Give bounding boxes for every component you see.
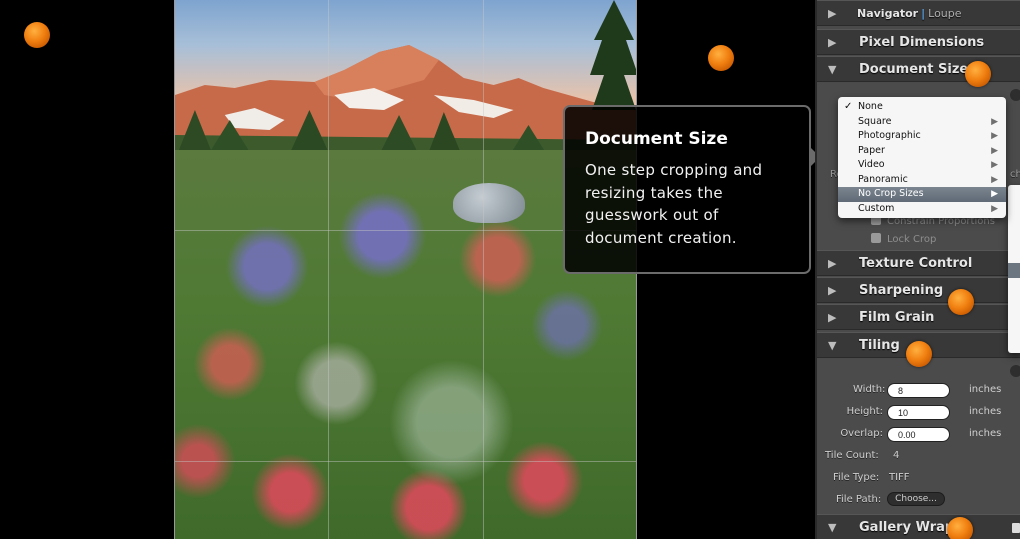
menu-item-panoramic[interactable]: Panoramic ▶ (838, 173, 1006, 188)
obscured-unit-label: ch (1010, 169, 1020, 180)
section-label: Pixel Dimensions (859, 35, 985, 50)
submenu-arrow-icon: ▶ (991, 189, 998, 199)
submenu-highlighted-item[interactable] (1008, 263, 1020, 278)
height-label: Height: (846, 406, 883, 417)
lock-crop-checkbox[interactable]: Lock Crop (871, 233, 936, 245)
menu-item-photographic[interactable]: Photographic ▶ (838, 129, 1006, 144)
disclosure-collapsed-icon[interactable]: ▶ (828, 311, 836, 324)
tile-count-value: 4 (893, 450, 900, 461)
width-unit: inches (969, 384, 1002, 395)
orange-hotspot-dot[interactable] (947, 517, 973, 539)
file-type-value: TIFF (889, 472, 910, 483)
orange-hotspot-dot[interactable] (24, 22, 50, 48)
disclosure-expanded-icon[interactable]: ▼ (828, 521, 836, 534)
orange-hotspot-dot[interactable] (965, 61, 991, 87)
tile-height-input[interactable] (887, 405, 950, 420)
navigator-label: Navigator | Loupe (857, 7, 962, 20)
crop-grid-line-horizontal-2[interactable] (175, 461, 636, 462)
tab-separator: | (921, 7, 926, 20)
section-header-navigator[interactable]: ▶ Navigator | Loupe (817, 0, 1020, 26)
crop-size-menu[interactable]: ✓ None Square ▶ Photographic ▶ Paper ▶ V… (838, 97, 1006, 218)
section-label: Tiling (859, 338, 900, 353)
feature-callout-tooltip: Document Size One step cropping and resi… (563, 105, 820, 274)
submenu-arrow-icon: ▶ (991, 203, 998, 214)
disclosure-collapsed-icon[interactable]: ▶ (828, 284, 836, 297)
section-label: Sharpening (859, 283, 944, 298)
disclosure-expanded-icon[interactable]: ▼ (828, 339, 836, 352)
submenu-arrow-icon: ▶ (991, 174, 998, 185)
section-label: Gallery Wrap (859, 520, 955, 535)
menu-item-none[interactable]: ✓ None (838, 100, 1006, 115)
photo-tree (590, 0, 636, 110)
file-path-label: File Path: (836, 494, 882, 505)
submenu-arrow-icon: ▶ (991, 131, 998, 141)
section-header-pixel-dimensions[interactable]: ▶ Pixel Dimensions (817, 29, 1020, 55)
width-label: Width: (853, 384, 886, 395)
section-header-gallery-wrap[interactable]: ▼ Gallery Wrap (817, 514, 1020, 539)
checkbox-icon[interactable] (871, 233, 881, 243)
menu-item-no-crop-sizes[interactable]: No Crop Sizes ▶ (838, 187, 1006, 202)
panel-scroll-knob[interactable] (1010, 365, 1020, 377)
photo-rock (453, 183, 525, 223)
menu-item-square[interactable]: Square ▶ (838, 115, 1006, 130)
tooltip-body: One step cropping and resizing takes the… (585, 161, 763, 247)
navigator-tab[interactable]: Navigator (857, 7, 918, 20)
disclosure-collapsed-icon[interactable]: ▶ (828, 7, 836, 20)
tooltip-title: Document Size (585, 129, 728, 149)
submenu-arrow-icon: ▶ (991, 145, 998, 156)
crop-grid-line-vertical-1[interactable] (328, 0, 329, 539)
overlap-unit: inches (969, 428, 1002, 439)
orange-hotspot-dot[interactable] (948, 289, 974, 315)
file-type-label: File Type: (833, 472, 880, 483)
checkmark-icon: ✓ (844, 101, 853, 112)
tile-width-input[interactable] (887, 383, 950, 398)
loupe-tab[interactable]: Loupe (928, 7, 961, 20)
disclosure-collapsed-icon[interactable]: ▶ (828, 36, 836, 49)
section-header-sharpening[interactable]: ▶ Sharpening (817, 277, 1020, 303)
gallery-wrap-checkbox[interactable] (1012, 523, 1020, 533)
choose-file-path-button[interactable]: Choose... (887, 492, 945, 506)
section-label: Texture Control (859, 256, 973, 271)
section-label: Film Grain (859, 310, 935, 325)
section-header-film-grain[interactable]: ▶ Film Grain (817, 304, 1020, 330)
orange-hotspot-dot[interactable] (708, 45, 734, 71)
orange-hotspot-dot[interactable] (906, 341, 932, 367)
tile-count-label: Tile Count: (825, 450, 879, 461)
menu-item-paper[interactable]: Paper ▶ (838, 144, 1006, 159)
section-label: Document Size (859, 62, 969, 77)
crop-size-submenu[interactable] (1008, 185, 1020, 353)
sidebar-panel: ▶ Navigator | Loupe ▶ Pixel Dimensions ▼ D… (815, 0, 1020, 539)
disclosure-collapsed-icon[interactable]: ▶ (828, 257, 836, 270)
crop-grid-line-vertical-2[interactable] (483, 0, 484, 539)
menu-item-custom[interactable]: Custom ▶ (838, 202, 1006, 217)
submenu-arrow-icon: ▶ (991, 116, 998, 127)
height-unit: inches (969, 406, 1002, 417)
disclosure-expanded-icon[interactable]: ▼ (828, 63, 836, 76)
section-header-texture-control[interactable]: ▶ Texture Control (817, 250, 1020, 276)
panel-scroll-knob[interactable] (1010, 89, 1020, 101)
submenu-arrow-icon: ▶ (991, 160, 998, 170)
overlap-label: Overlap: (840, 428, 883, 439)
tile-overlap-input[interactable] (887, 427, 950, 442)
menu-item-video[interactable]: Video ▶ (838, 158, 1006, 173)
